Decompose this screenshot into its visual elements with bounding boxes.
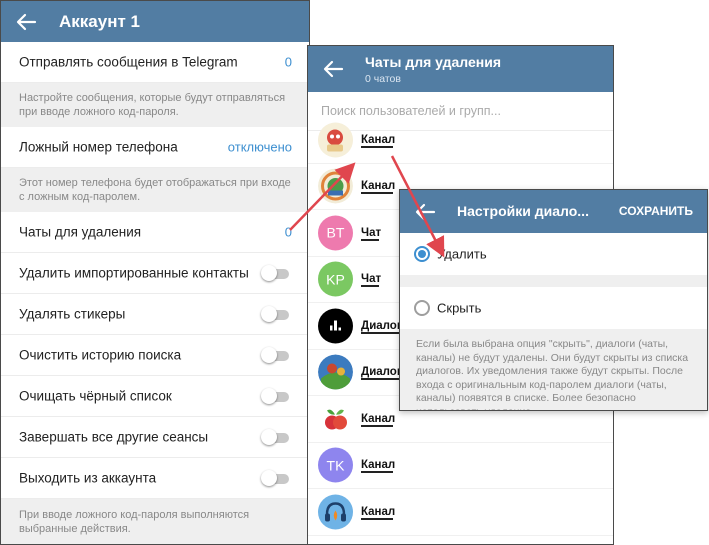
option-label: Скрыть bbox=[437, 300, 482, 316]
bars-icon bbox=[318, 308, 353, 344]
dialog-settings-title: Настройки диало... bbox=[457, 203, 589, 219]
send-messages-label: Отправлять сообщения в Telegram bbox=[19, 54, 238, 70]
underline bbox=[361, 145, 393, 148]
underline bbox=[361, 192, 393, 195]
chat-item[interactable]: Канал bbox=[308, 489, 613, 536]
chat-item[interactable]: Канал bbox=[308, 117, 613, 164]
divider bbox=[400, 275, 707, 287]
avatar: KP bbox=[318, 261, 353, 297]
send-messages-count: 0 bbox=[284, 54, 292, 70]
toggle-row[interactable]: Выходить из аккаунта bbox=[1, 458, 309, 499]
avatar: BT bbox=[318, 215, 353, 251]
chats-to-delete-label: Чаты для удаления bbox=[19, 224, 142, 240]
toggle-label: Очищать чёрный список bbox=[19, 388, 172, 404]
send-messages-row[interactable]: Отправлять сообщения в Telegram 0 bbox=[1, 42, 309, 83]
account-settings-panel: Аккаунт 1 Отправлять сообщения в Telegra… bbox=[0, 0, 310, 545]
option-hide[interactable]: Скрыть bbox=[400, 287, 707, 329]
toggle-label: Очистить историю поиска bbox=[19, 347, 182, 363]
chat-name: Канал bbox=[361, 505, 396, 518]
toggle-row[interactable]: Очистить историю поиска bbox=[1, 335, 309, 376]
chats-header: Чаты для удаления 0 чатов bbox=[308, 46, 613, 92]
toggle-row[interactable]: Удалить импортированные контакты bbox=[1, 253, 309, 294]
chats-to-delete-count: 0 bbox=[284, 224, 292, 240]
chat-name: Диалог bbox=[361, 366, 402, 379]
chat-name: Чат bbox=[361, 226, 382, 239]
underline bbox=[361, 238, 379, 241]
chat-item[interactable]: TK Канал bbox=[308, 443, 613, 489]
back-arrow-icon[interactable] bbox=[15, 12, 37, 32]
toggle-label: Удалять стикеры bbox=[19, 306, 126, 322]
back-arrow-icon[interactable] bbox=[414, 202, 436, 222]
dialog-settings-hint: Если была выбрана опция "скрыть", диалог… bbox=[400, 329, 707, 410]
save-button[interactable]: СОХРАНИТЬ bbox=[619, 204, 693, 218]
chat-name: Канал bbox=[361, 412, 396, 425]
game-icon bbox=[318, 354, 353, 390]
chats-title: Чаты для удаления bbox=[365, 54, 502, 70]
fake-phone-label: Ложный номер телефона bbox=[19, 139, 178, 155]
toggle-switch[interactable] bbox=[261, 388, 289, 404]
account-header: Аккаунт 1 bbox=[1, 1, 309, 42]
search-placeholder: Поиск пользователей и групп... bbox=[321, 104, 501, 118]
underline bbox=[361, 517, 393, 520]
fake-phone-value: отключено bbox=[227, 139, 292, 155]
chat-name: Канал bbox=[361, 180, 396, 193]
chats-to-delete-row[interactable]: Чаты для удаления 0 bbox=[1, 212, 309, 253]
toggle-switch[interactable] bbox=[261, 265, 289, 281]
emblem-icon bbox=[318, 168, 353, 204]
option-label: Удалить bbox=[437, 246, 487, 262]
send-messages-hint: Настройте сообщения, которые будут отпра… bbox=[1, 83, 309, 127]
toggle-switch[interactable] bbox=[261, 306, 289, 322]
fake-phone-hint: Этот номер телефона будет отображаться п… bbox=[1, 168, 309, 212]
chat-name: Чат bbox=[361, 273, 382, 286]
headphones-fire-icon bbox=[318, 494, 353, 530]
underline bbox=[361, 424, 393, 427]
toggle-label: Удалить импортированные контакты bbox=[19, 265, 249, 281]
account-title: Аккаунт 1 bbox=[59, 12, 140, 31]
toggle-switch[interactable] bbox=[261, 470, 289, 486]
dialog-settings-panel: Настройки диало... СОХРАНИТЬ Удалить Скр… bbox=[399, 189, 708, 411]
footer-hint: При вводе ложного код-пароля выполняются… bbox=[1, 499, 309, 544]
toggle-label: Выходить из аккаунта bbox=[19, 470, 157, 486]
radio-button[interactable] bbox=[414, 300, 430, 316]
avatar: TK bbox=[318, 447, 353, 483]
toggle-switch[interactable] bbox=[261, 347, 289, 363]
back-arrow-icon[interactable] bbox=[322, 59, 344, 79]
radio-button[interactable] bbox=[414, 246, 430, 262]
underline bbox=[361, 331, 399, 334]
option-delete[interactable]: Удалить bbox=[400, 233, 707, 275]
chat-name: Канал bbox=[361, 459, 396, 472]
fake-phone-row[interactable]: Ложный номер телефона отключено bbox=[1, 127, 309, 168]
toggle-label: Завершать все другие сеансы bbox=[19, 429, 209, 445]
toggle-switch[interactable] bbox=[261, 429, 289, 445]
toggle-row[interactable]: Завершать все другие сеансы bbox=[1, 417, 309, 458]
underline bbox=[361, 471, 393, 474]
chats-count: 0 чатов bbox=[365, 73, 401, 85]
illustration-icon bbox=[318, 122, 353, 158]
chat-name: Канал bbox=[361, 133, 396, 146]
dialog-settings-header: Настройки диало... СОХРАНИТЬ bbox=[400, 190, 707, 233]
underline bbox=[361, 378, 399, 381]
toggle-row[interactable]: Удалять стикеры bbox=[1, 294, 309, 335]
chat-name: Диалог bbox=[361, 319, 402, 332]
apple-icon bbox=[318, 401, 353, 437]
underline bbox=[361, 285, 379, 288]
toggle-row[interactable]: Очищать чёрный список bbox=[1, 376, 309, 417]
